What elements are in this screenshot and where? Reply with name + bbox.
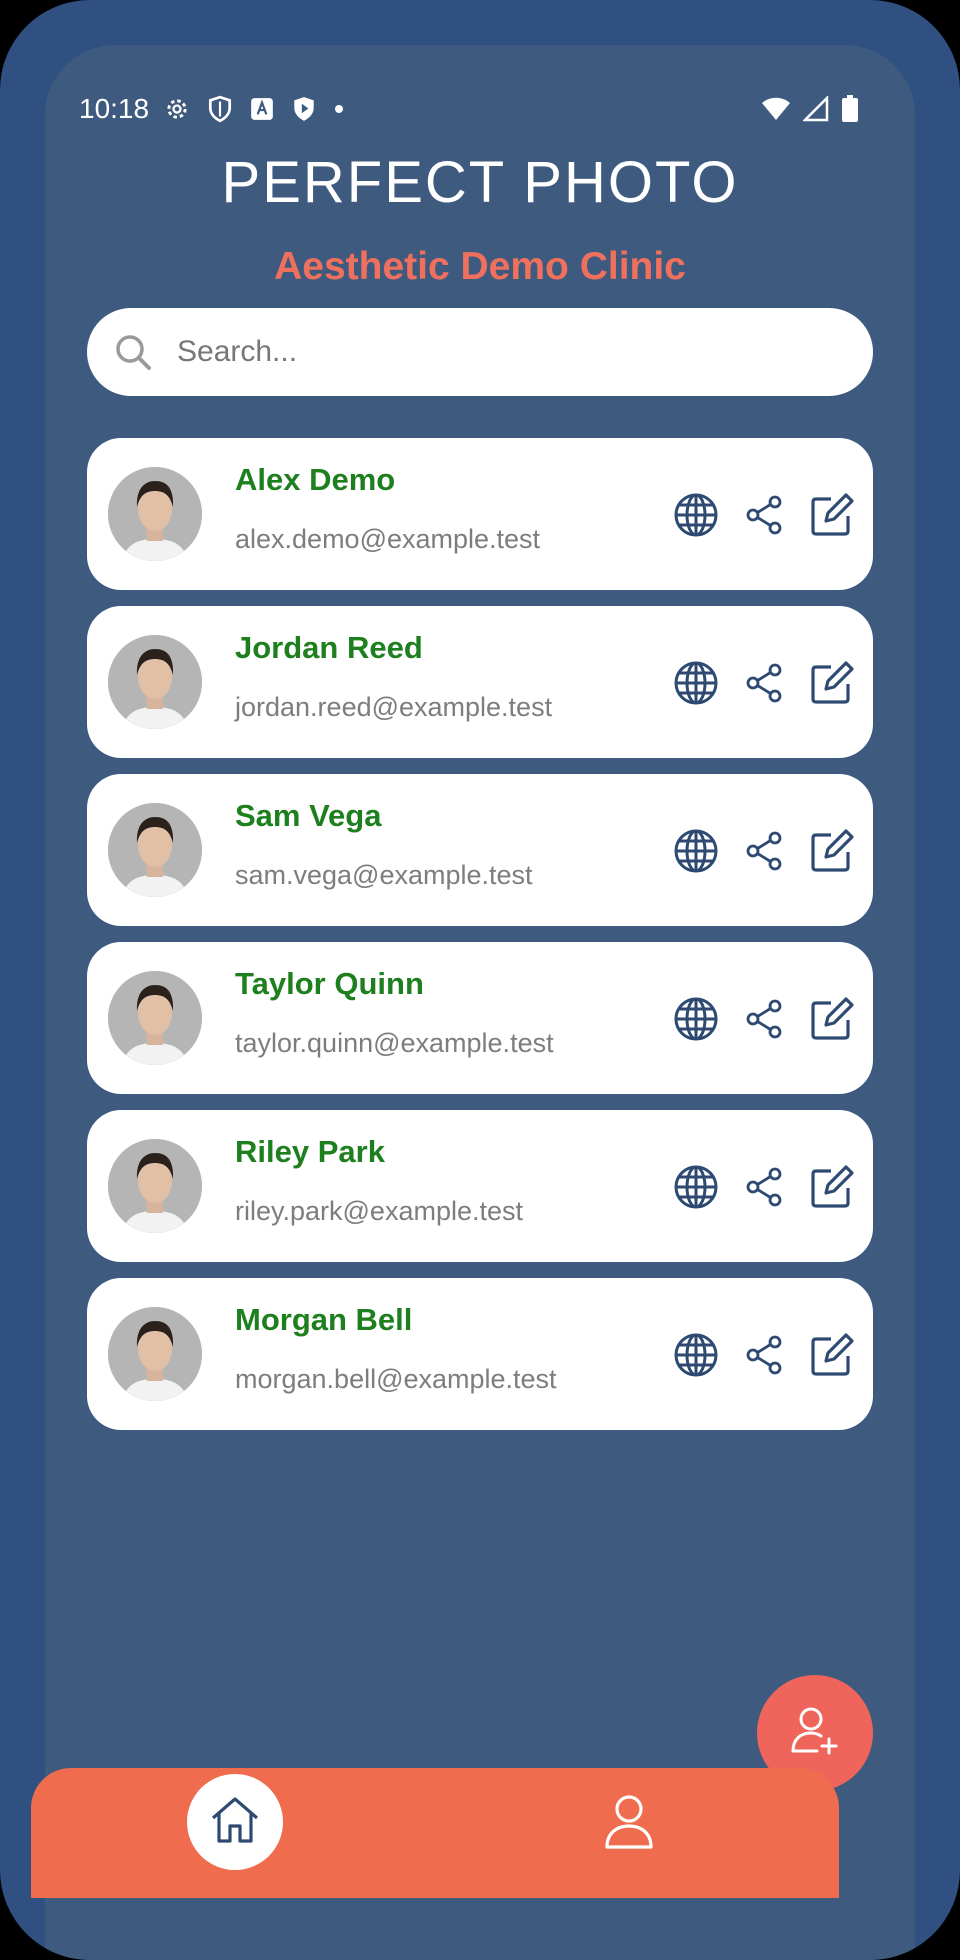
globe-icon[interactable]: [673, 492, 719, 538]
patient-card[interactable]: Alex Demo alex.demo@example.test: [87, 438, 873, 590]
share-icon[interactable]: [741, 996, 787, 1042]
card-actions: [673, 828, 855, 874]
patient-name: Alex Demo: [235, 462, 396, 497]
font-a-icon: [249, 96, 275, 122]
patient-name: Sam Vega: [235, 798, 382, 833]
patient-email: sam.vega@example.test: [235, 860, 533, 890]
avatar: [108, 803, 202, 897]
user-icon: [603, 1793, 655, 1855]
card-actions: [673, 660, 855, 706]
status-time: 10:18: [79, 93, 150, 124]
search-bar[interactable]: [87, 308, 873, 396]
clinic-name: Aesthetic Demo Clinic: [274, 245, 686, 288]
avatar: [108, 1307, 202, 1401]
patient-email: riley.park@example.test: [235, 1196, 524, 1226]
patient-name: Riley Park: [235, 1134, 385, 1169]
patient-list: Alex Demo alex.demo@example.test Jordan …: [87, 438, 873, 1446]
bottom-nav: [31, 1768, 839, 1898]
play-shield-icon: [291, 95, 317, 123]
avatar: [108, 1139, 202, 1233]
share-icon[interactable]: [741, 492, 787, 538]
globe-icon[interactable]: [673, 828, 719, 874]
gear-icon: [163, 95, 191, 123]
brand-logo: PERFECT PHOTO: [221, 150, 739, 215]
avatar: [108, 635, 202, 729]
patient-card[interactable]: Taylor Quinn taylor.quinn@example.test: [87, 942, 873, 1094]
avatar: [108, 971, 202, 1065]
patient-email: alex.demo@example.test: [235, 524, 541, 554]
share-icon[interactable]: [741, 828, 787, 874]
patient-email: jordan.reed@example.test: [235, 692, 553, 722]
nav-home-button[interactable]: [187, 1774, 283, 1870]
patient-email: morgan.bell@example.test: [235, 1364, 557, 1394]
patient-email: taylor.quinn@example.test: [235, 1028, 554, 1058]
status-icons-left: [163, 95, 345, 123]
card-actions: [673, 1164, 855, 1210]
status-icons-right: [761, 94, 859, 127]
globe-icon[interactable]: [673, 996, 719, 1042]
patient-card[interactable]: Jordan Reed jordan.reed@example.test: [87, 606, 873, 758]
edit-icon[interactable]: [809, 828, 855, 874]
edit-icon[interactable]: [809, 492, 855, 538]
nav-profile-button[interactable]: [599, 1792, 659, 1856]
battery-icon: [841, 95, 859, 127]
status-bar: 10:18: [45, 45, 915, 135]
patient-card[interactable]: Riley Park riley.park@example.test: [87, 1110, 873, 1262]
edit-icon[interactable]: [809, 1332, 855, 1378]
device-frame: 10:18 PERFECT PHOTO Aesthetic Demo Clini…: [0, 0, 960, 1960]
globe-icon[interactable]: [673, 1332, 719, 1378]
globe-icon[interactable]: [673, 1164, 719, 1210]
add-user-icon: [787, 1703, 843, 1763]
share-icon[interactable]: [741, 660, 787, 706]
patient-name: Taylor Quinn: [235, 966, 424, 1001]
patient-card[interactable]: Morgan Bell morgan.bell@example.test: [87, 1278, 873, 1430]
dot-icon: [333, 103, 345, 115]
edit-icon[interactable]: [809, 660, 855, 706]
share-icon[interactable]: [741, 1164, 787, 1210]
card-actions: [673, 1332, 855, 1378]
app-screen: 10:18 PERFECT PHOTO Aesthetic Demo Clini…: [45, 45, 915, 1960]
card-actions: [673, 996, 855, 1042]
patient-name: Jordan Reed: [235, 630, 423, 665]
patient-card[interactable]: Sam Vega sam.vega@example.test: [87, 774, 873, 926]
home-icon: [207, 1792, 263, 1852]
wifi-icon: [761, 96, 791, 126]
shield-icon: [207, 95, 233, 123]
share-icon[interactable]: [741, 1332, 787, 1378]
avatar: [108, 467, 202, 561]
search-input[interactable]: [175, 321, 839, 383]
edit-icon[interactable]: [809, 1164, 855, 1210]
patient-name: Morgan Bell: [235, 1302, 413, 1337]
globe-icon[interactable]: [673, 660, 719, 706]
signal-icon: [801, 94, 829, 126]
edit-icon[interactable]: [809, 996, 855, 1042]
card-actions: [673, 492, 855, 538]
search-icon: [113, 332, 153, 372]
